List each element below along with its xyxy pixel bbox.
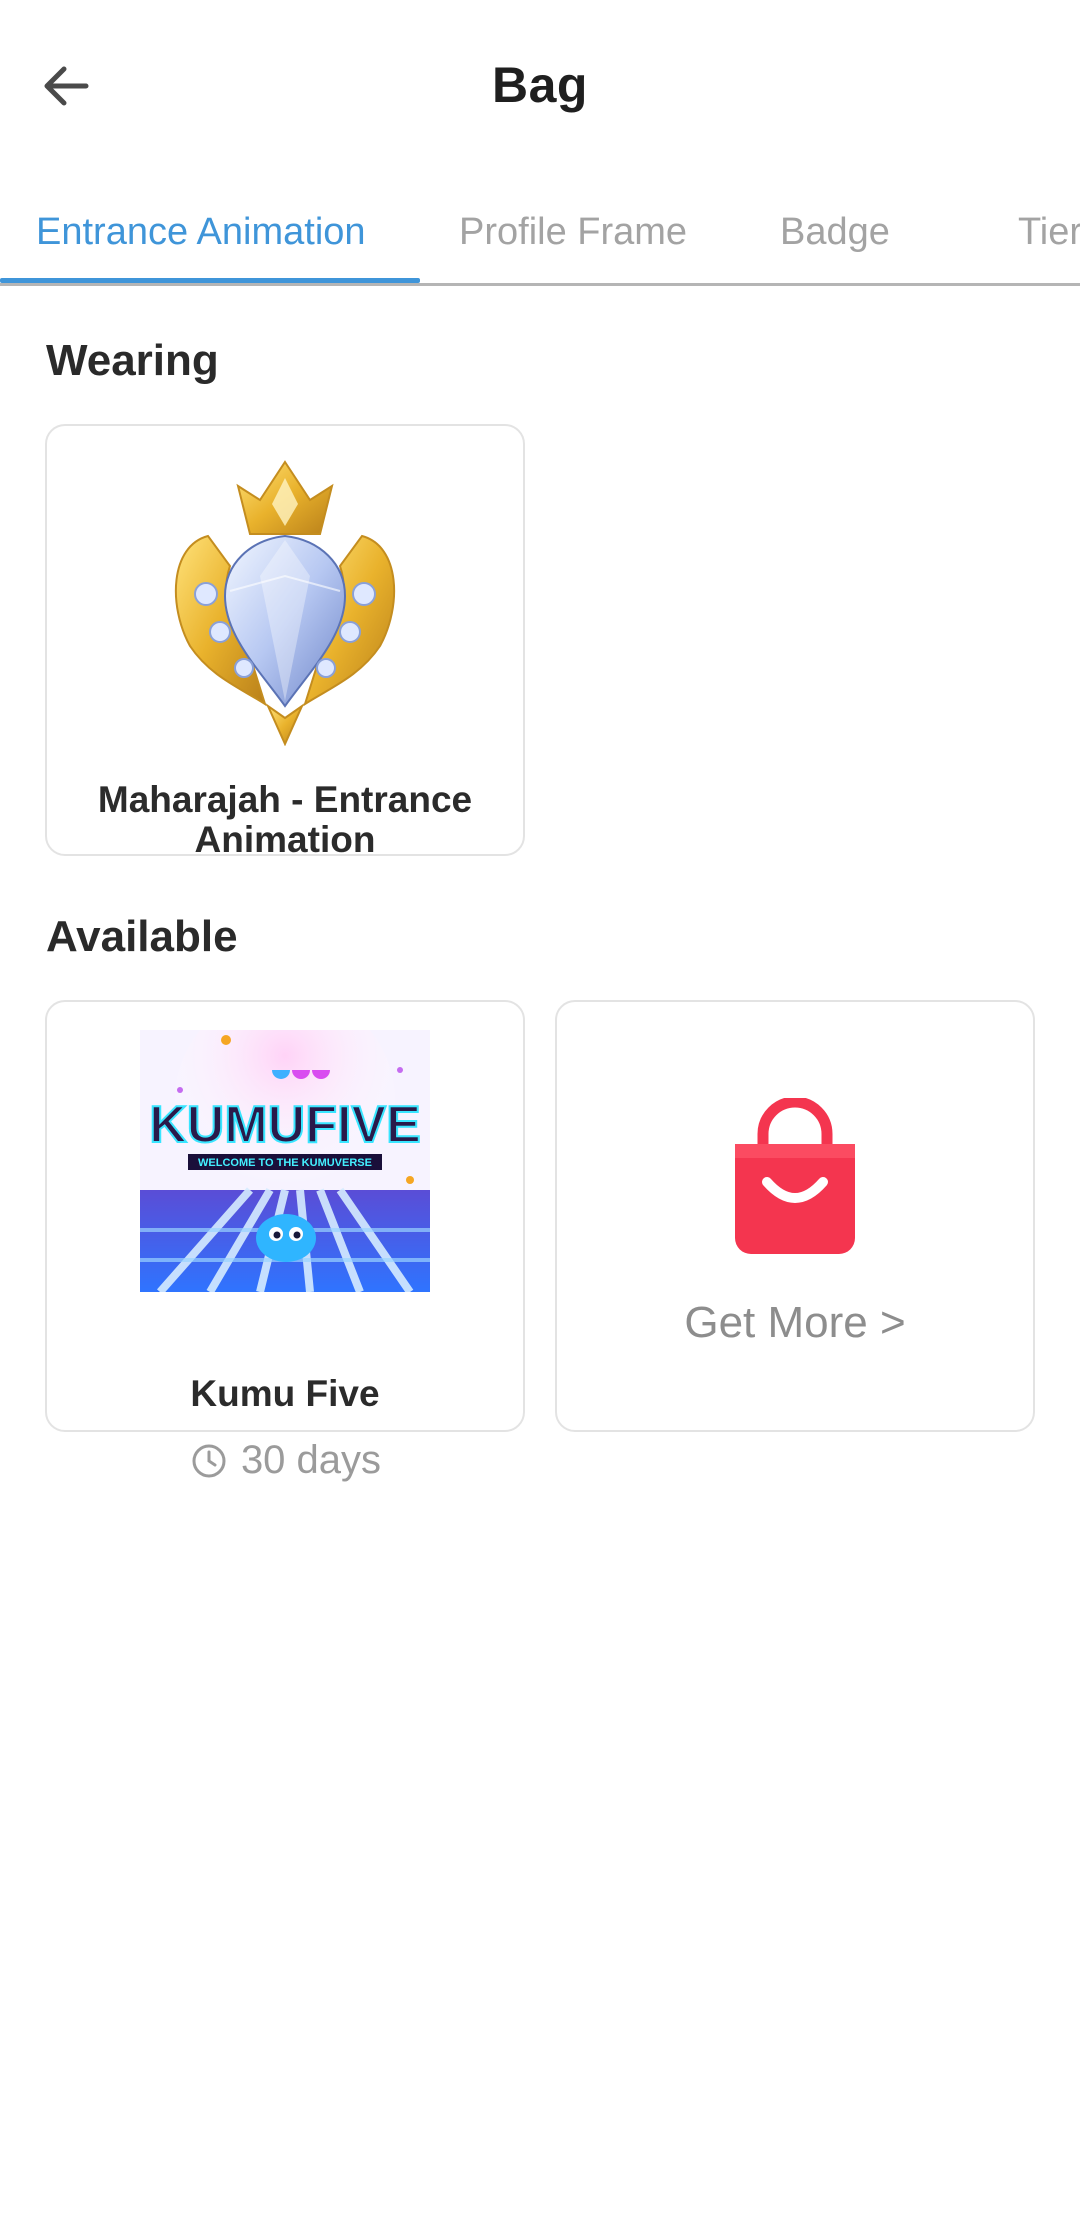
item-duration: 30 days <box>46 1438 526 1483</box>
kumufive-banner-title: KUMUFIVE <box>149 1096 421 1154</box>
category-tabs: Entrance Animation Profile Frame Badge T… <box>0 180 1080 286</box>
diamond-crest-icon <box>174 460 396 746</box>
tab-entrance-animation[interactable]: Entrance Animation <box>36 202 366 262</box>
shopping-bag-icon <box>735 1098 855 1254</box>
kumufive-banner-subtitle: WELCOME TO THE KUMUVERSE <box>198 1157 372 1169</box>
available-item-name: Kumu Five <box>190 1373 380 1414</box>
get-more-label: Get More > <box>684 1298 906 1347</box>
tab-badge[interactable]: Badge <box>780 202 890 262</box>
wearing-item-name: Maharajah - Entrance Animation <box>97 779 473 856</box>
app-header: Bag <box>0 0 1080 180</box>
get-more-card[interactable]: Get More > <box>555 1000 1035 1432</box>
kumufive-banner-image: KUMUFIVE WELCOME TO THE KUMUVERSE <box>140 1030 430 1292</box>
clock-icon <box>192 1444 226 1477</box>
available-item-card[interactable]: KUMUFIVE WELCOME TO THE KUMUVERSE Kumu F… <box>45 1000 525 1432</box>
tab-tier[interactable]: Tier <box>1018 202 1080 262</box>
active-tab-indicator <box>0 278 420 283</box>
section-title-wearing: Wearing <box>46 336 219 385</box>
page-title: Bag <box>492 57 588 113</box>
bag-screen: Bag Entrance Animation Profile Frame Bad… <box>0 0 1080 2235</box>
section-title-available: Available <box>46 912 238 961</box>
tab-profile-frame[interactable]: Profile Frame <box>459 202 687 262</box>
wearing-item-card[interactable]: Maharajah - Entrance Animation <box>45 424 525 856</box>
duration-label: 30 days <box>240 1438 382 1482</box>
